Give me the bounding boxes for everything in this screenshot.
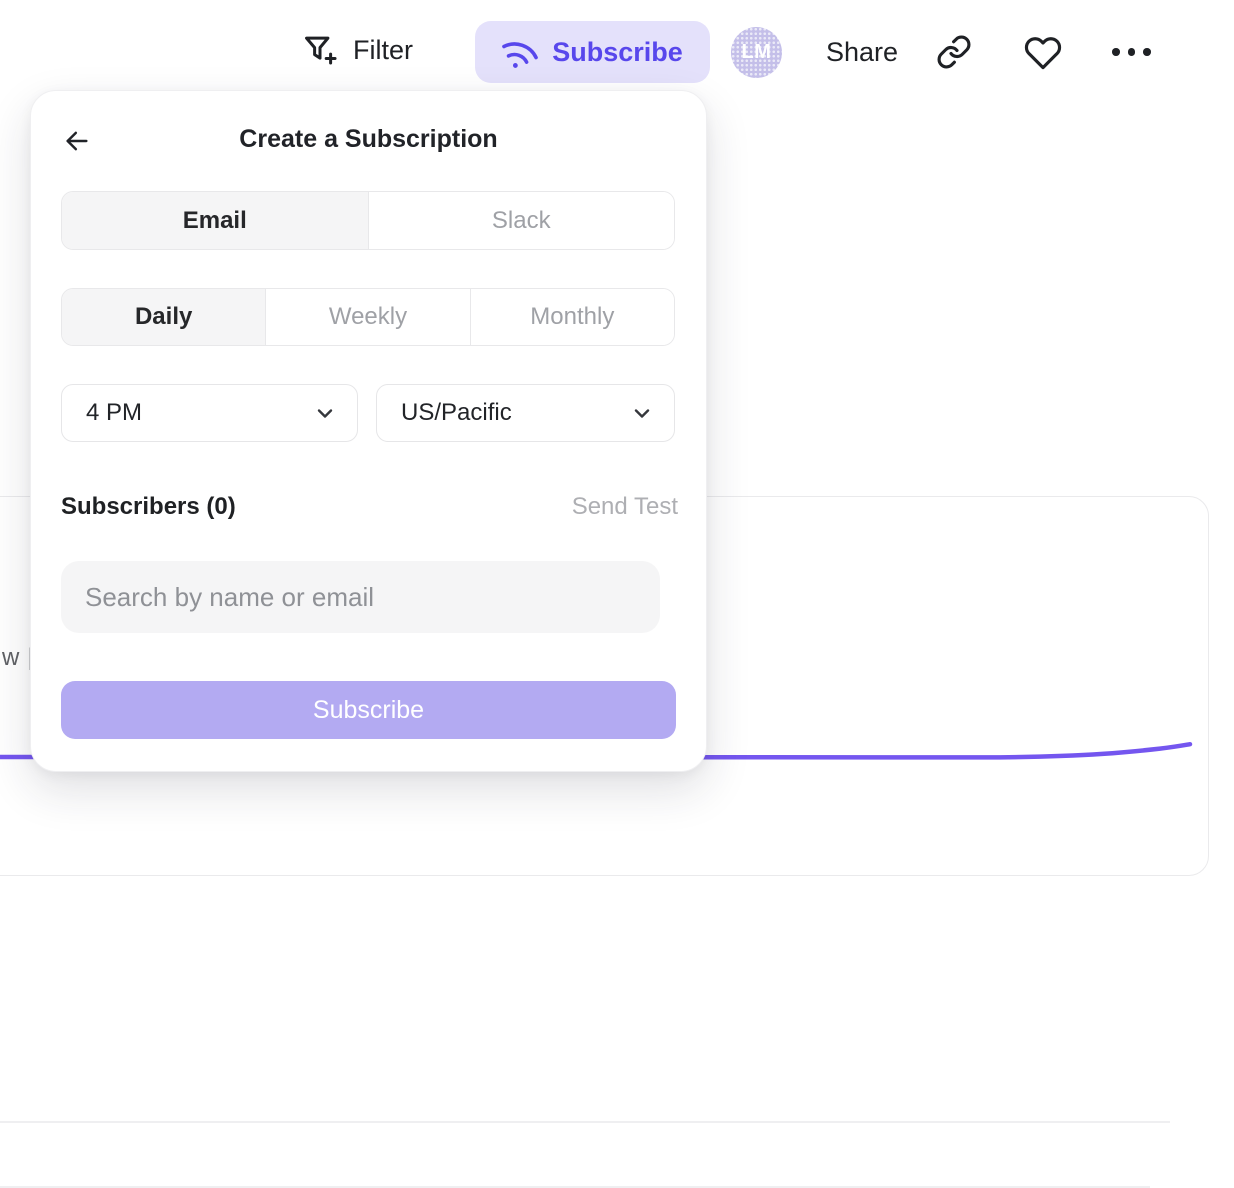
tab-daily[interactable]: Daily (62, 289, 265, 345)
avatar[interactable]: LM (731, 27, 782, 78)
subscribers-row: Subscribers (0) Send Test (61, 493, 678, 523)
chevron-down-icon (313, 401, 337, 425)
subscribe-label: Subscribe (552, 37, 683, 68)
create-subscription-modal: Create a Subscription Email Slack Daily … (30, 90, 707, 772)
filter-plus-icon (301, 31, 339, 69)
share-button[interactable]: Share (826, 37, 898, 68)
send-test-button[interactable]: Send Test (572, 493, 678, 521)
subscribe-button[interactable]: Subscribe (475, 21, 710, 83)
modal-subscribe-button[interactable]: Subscribe (61, 681, 676, 739)
filter-label: Filter (353, 35, 413, 66)
time-select[interactable]: 4 PM (61, 384, 358, 442)
time-select-value: 4 PM (86, 399, 142, 427)
modal-title: Create a Subscription (31, 125, 706, 154)
subscribers-label: Subscribers (0) (61, 493, 236, 521)
subscriber-search-input[interactable] (61, 561, 660, 633)
timezone-select[interactable]: US/Pacific (376, 384, 675, 442)
tab-weekly[interactable]: Weekly (265, 289, 469, 345)
rss-icon (496, 28, 544, 76)
chart-gridline (0, 1121, 1170, 1123)
filter-button[interactable]: Filter (301, 31, 413, 69)
more-icon[interactable] (1112, 48, 1151, 56)
link-icon[interactable] (936, 34, 972, 70)
chevron-down-icon (630, 401, 654, 425)
heart-icon[interactable] (1024, 34, 1062, 72)
modal-header: Create a Subscription (31, 125, 706, 157)
timezone-select-value: US/Pacific (401, 399, 512, 427)
tab-slack[interactable]: Slack (368, 192, 675, 249)
chart-gridline (0, 1186, 1150, 1188)
frequency-tabs: Daily Weekly Monthly (61, 288, 675, 346)
avatar-initials: LM (742, 41, 772, 64)
tab-monthly[interactable]: Monthly (470, 289, 674, 345)
tab-email[interactable]: Email (62, 192, 368, 249)
channel-tabs: Email Slack (61, 191, 675, 250)
